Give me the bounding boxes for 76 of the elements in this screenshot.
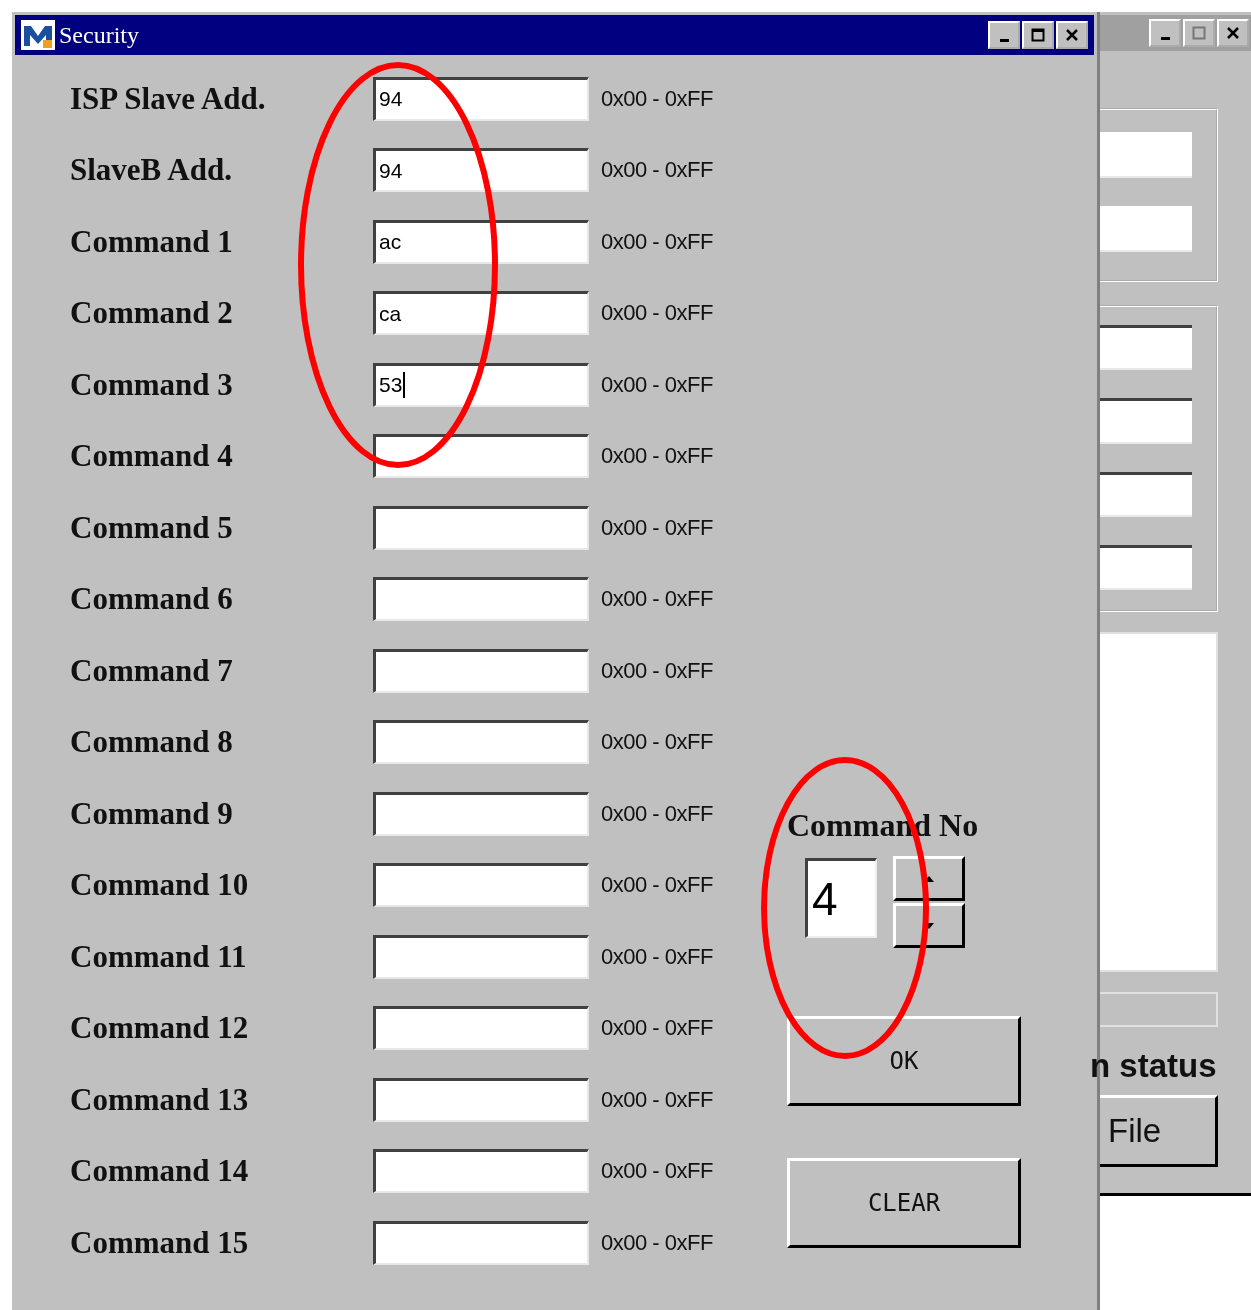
field-label: Command 8: [69, 724, 234, 761]
input-field[interactable]: [373, 1220, 589, 1265]
maximize-icon: [1031, 28, 1045, 42]
status-label: n status: [1090, 1047, 1217, 1085]
range-hint: 0x00 - 0xFF: [601, 1086, 713, 1113]
maximize-button[interactable]: [1022, 21, 1054, 49]
range-hint: 0x00 - 0xFF: [601, 514, 713, 541]
range-hint: 0x00 - 0xFF: [601, 943, 713, 970]
close-button[interactable]: [1217, 19, 1249, 47]
input-field[interactable]: [373, 934, 589, 979]
spin-up-button[interactable]: [893, 856, 965, 901]
range-hint: 0x00 - 0xFF: [601, 657, 713, 684]
app-logo-icon: [21, 20, 55, 50]
input-field[interactable]: 53: [373, 362, 589, 407]
range-hint: 0x00 - 0xFF: [601, 300, 713, 327]
field-label: Command 15: [69, 1224, 250, 1261]
range-hint: 0x00 - 0xFF: [601, 85, 713, 112]
field-label: Command 11: [69, 938, 248, 975]
field-label: Command 2: [69, 295, 234, 332]
input-field[interactable]: [373, 505, 589, 550]
input-field[interactable]: ac: [373, 219, 589, 264]
input-field[interactable]: [1100, 398, 1192, 444]
field-label: Command 9: [69, 795, 234, 832]
input-field[interactable]: [373, 791, 589, 836]
minimize-button[interactable]: [988, 21, 1020, 49]
range-hint: 0x00 - 0xFF: [601, 800, 713, 827]
input-field[interactable]: [373, 720, 589, 765]
maximize-icon: [1192, 26, 1206, 40]
input-field[interactable]: [1100, 544, 1192, 590]
number-field[interactable]: 4: [805, 858, 877, 938]
input-field[interactable]: [373, 577, 589, 622]
input-field[interactable]: 94: [373, 148, 589, 193]
minimize-icon: [999, 38, 1009, 42]
dialog-button[interactable]: OK: [787, 1016, 1021, 1106]
field-label: ISP Slave Add.: [69, 80, 267, 117]
input-field[interactable]: ca: [373, 291, 589, 336]
range-hint: 0x00 - 0xFF: [601, 157, 713, 184]
input-field[interactable]: [373, 1077, 589, 1122]
range-hint: 0x00 - 0xFF: [601, 729, 713, 756]
range-hint: 0x00 - 0xFF: [601, 1229, 713, 1256]
range-hint: 0x00 - 0xFF: [601, 371, 713, 398]
input-field[interactable]: [1100, 325, 1192, 371]
field-label: Command 12: [69, 1010, 250, 1047]
input-field[interactable]: [373, 863, 589, 908]
field-label: SlaveB Add.: [69, 152, 233, 189]
range-hint: 0x00 - 0xFF: [601, 1015, 713, 1042]
input-field[interactable]: 94: [373, 76, 589, 121]
close-button[interactable]: [1056, 21, 1088, 49]
range-hint: 0x00 - 0xFF: [601, 228, 713, 255]
close-icon: [1226, 26, 1240, 40]
range-hint: 0x00 - 0xFF: [601, 586, 713, 613]
field-label: Command 3: [69, 366, 234, 403]
field-label: Command 5: [69, 509, 234, 546]
field-label: Command 4: [69, 438, 234, 475]
up-arrow-icon: [924, 875, 934, 882]
window-title: Security: [59, 21, 140, 49]
dialog-button[interactable]: CLEAR: [787, 1158, 1021, 1248]
field-label: Command 1: [69, 223, 234, 260]
file-button[interactable]: File: [1100, 1095, 1218, 1167]
field-label: Command 14: [69, 1153, 250, 1190]
minimize-icon: [1160, 36, 1170, 40]
input-field[interactable]: [1100, 471, 1192, 517]
minimize-button[interactable]: [1149, 19, 1181, 47]
spin-down-button[interactable]: [893, 903, 965, 948]
range-hint: 0x00 - 0xFF: [601, 872, 713, 899]
field-label: Command 7: [69, 652, 234, 689]
range-hint: 0x00 - 0xFF: [601, 1158, 713, 1185]
input-field[interactable]: [373, 1006, 589, 1051]
input-field[interactable]: [373, 1149, 589, 1194]
close-icon: [1065, 28, 1079, 42]
field-label: Command 13: [69, 1081, 250, 1118]
range-hint: 0x00 - 0xFF: [601, 443, 713, 470]
input-field[interactable]: [373, 648, 589, 693]
field-label: Command 6: [69, 581, 234, 618]
field-label: Command 10: [69, 867, 250, 904]
input-field[interactable]: [373, 434, 589, 479]
